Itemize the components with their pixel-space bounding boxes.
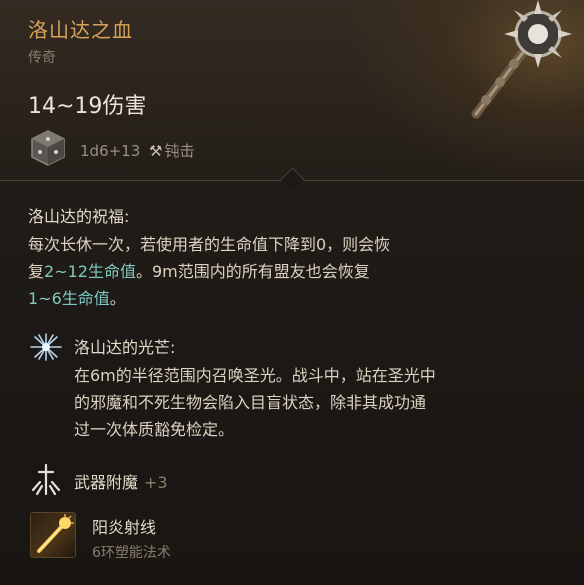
- enchant-line: 武器附魔 +3: [74, 469, 168, 493]
- mace-weapon-icon: [471, 0, 572, 119]
- spell-level: 6环塑能法术: [92, 545, 171, 561]
- blessing-text: 。: [109, 289, 126, 308]
- blessing-text: 。9m范围内的所有盟友也会恢复: [135, 262, 370, 281]
- radiance-line-1: 在6m的半径范围内召唤圣光。战斗中，站在圣光中: [74, 366, 436, 385]
- ally-heal-amount: 1~6生命值: [28, 289, 110, 308]
- heal-amount: 2~12生命值: [44, 262, 136, 281]
- dice-formula: 1d6+13: [80, 142, 141, 160]
- spell-slot[interactable]: [30, 512, 76, 558]
- enchant-title: 武器附魔: [74, 473, 139, 492]
- enchant-bonus: +3: [144, 473, 168, 492]
- blessing-description: 每次长休一次，若使用者的生命值下降到0，则会恢 复2~12生命值。9m范围内的所…: [28, 231, 548, 312]
- enchant-sword-icon: [31, 463, 61, 496]
- item-name: 洛山达之血: [28, 18, 133, 42]
- blessing-text: 复: [28, 262, 45, 281]
- damage-type: 钝击: [164, 142, 195, 160]
- blessing-line-3: 1~6生命值。: [28, 285, 548, 312]
- radiance-description: 在6m的半径范围内召唤圣光。战斗中，站在圣光中 的邪魔和不死生物会陷入目盲状态，…: [74, 362, 564, 443]
- dice-formula-line: 1d6+13 ⚒ 钝击: [80, 140, 195, 161]
- blessing-line-2: 复2~12生命值。9m范围内的所有盟友也会恢复: [28, 258, 548, 285]
- blessing-title: 洛山达的祝福:: [28, 207, 130, 226]
- spell-name: 阳炎射线: [92, 518, 157, 537]
- blessing-line-1: 每次长休一次，若使用者的生命值下降到0，则会恢: [28, 235, 391, 254]
- sunbeam-spell-icon: [37, 514, 74, 553]
- radiance-title: 洛山达的光芒:: [74, 338, 176, 357]
- item-rarity: 传奇: [28, 50, 56, 66]
- item-damage: 14~19伤害: [28, 94, 147, 119]
- hammer-icon: ⚒: [149, 142, 163, 160]
- dice-icon: [31, 130, 65, 166]
- radiance-line-2: 的邪魔和不死生物会陷入目盲状态，除非其成功通: [74, 393, 427, 412]
- item-tooltip: 洛山达之血 传奇 14~19伤害 1d6+13 ⚒ 钝击 洛山达的祝福: 每次长休…: [0, 0, 584, 585]
- radiance-icon: [30, 333, 62, 361]
- radiance-line-3: 过一次体质豁免检定。: [74, 420, 235, 439]
